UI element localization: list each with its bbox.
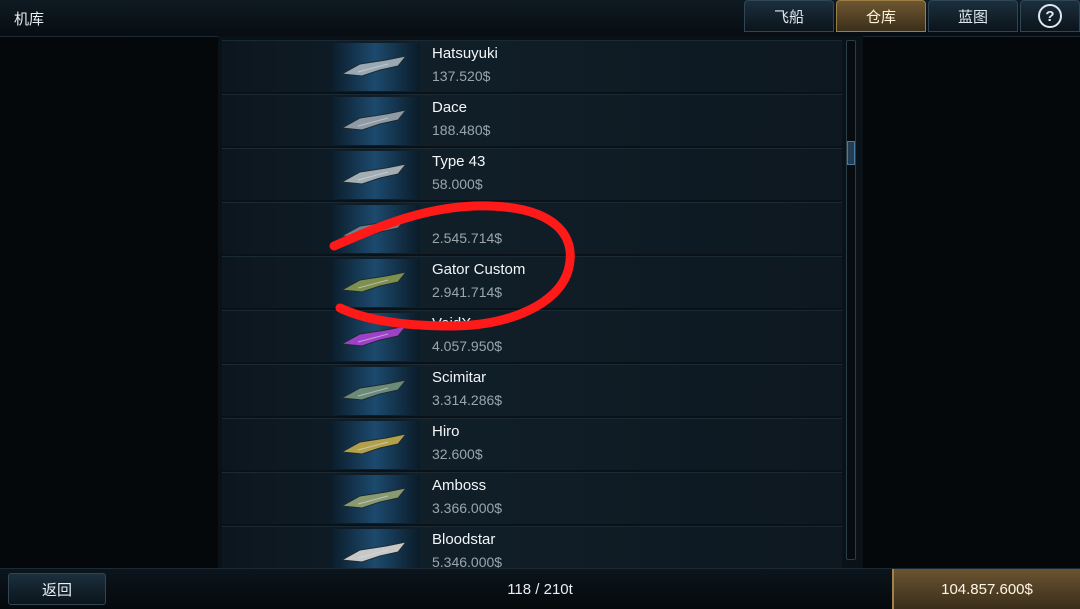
ship-name: Type 43 bbox=[432, 153, 486, 170]
ship-thumbnail bbox=[330, 205, 420, 253]
scrollbar[interactable] bbox=[846, 40, 856, 560]
ship-row[interactable]: 2.545.714$ bbox=[222, 202, 842, 254]
ship-thumbnail bbox=[330, 421, 420, 469]
ship-row[interactable]: Hiro 32.600$ bbox=[222, 418, 842, 470]
ship-thumbnail bbox=[330, 529, 420, 568]
ship-icon bbox=[340, 271, 408, 293]
ship-icon bbox=[340, 487, 408, 509]
credits-display: 104.857.600$ bbox=[892, 569, 1080, 609]
ship-icon bbox=[340, 109, 408, 131]
bottom-bar: 返回 118 / 210t 104.857.600$ bbox=[0, 568, 1080, 609]
ship-icon bbox=[340, 325, 408, 347]
ship-row[interactable]: Hatsuyuki 137.520$ bbox=[222, 40, 842, 92]
ship-price: 5.346.000$ bbox=[432, 554, 503, 568]
ship-row[interactable]: Amboss 3.366.000$ bbox=[222, 472, 842, 524]
ship-icon bbox=[340, 379, 408, 401]
ship-price: 3.366.000$ bbox=[432, 500, 503, 516]
ship-icon bbox=[340, 433, 408, 455]
page-title: 机库 bbox=[14, 11, 45, 28]
ship-price: 3.314.286$ bbox=[432, 392, 503, 408]
ship-thumbnail bbox=[330, 367, 420, 415]
ship-row[interactable]: Gator Custom 2.941.714$ bbox=[222, 256, 842, 308]
ship-icon bbox=[340, 163, 408, 185]
tab-storage[interactable]: 仓库 bbox=[836, 0, 926, 32]
ship-icon bbox=[340, 55, 408, 77]
tab-bar: 飞船 仓库 蓝图 ? bbox=[742, 0, 1080, 32]
ship-thumbnail bbox=[330, 259, 420, 307]
ship-icon bbox=[340, 217, 408, 239]
ship-name: Scimitar bbox=[432, 369, 487, 386]
ship-thumbnail bbox=[330, 313, 420, 361]
ship-price: 137.520$ bbox=[432, 68, 491, 84]
ship-row[interactable]: Bloodstar 5.346.000$ bbox=[222, 526, 842, 568]
ship-thumbnail bbox=[330, 151, 420, 199]
ship-price: 2.941.714$ bbox=[432, 284, 503, 300]
ship-price: 58.000$ bbox=[432, 176, 483, 192]
ship-thumbnail bbox=[330, 475, 420, 523]
ship-name: Amboss bbox=[432, 477, 487, 494]
ship-row[interactable]: Type 43 58.000$ bbox=[222, 148, 842, 200]
ship-thumbnail bbox=[330, 43, 420, 91]
ship-name: Dace bbox=[432, 99, 468, 116]
top-bar: 机库 飞船 仓库 蓝图 ? bbox=[0, 0, 1080, 37]
ship-price: 2.545.714$ bbox=[432, 230, 503, 246]
ship-price: 32.600$ bbox=[432, 446, 483, 462]
help-button[interactable]: ? bbox=[1020, 0, 1080, 32]
ship-row[interactable]: Dace 188.480$ bbox=[222, 94, 842, 146]
ship-name: VoidX bbox=[432, 315, 472, 332]
ship-thumbnail bbox=[330, 97, 420, 145]
ship-price: 4.057.950$ bbox=[432, 338, 503, 354]
ship-icon bbox=[340, 541, 408, 563]
ship-list[interactable]: Hatsuyuki 137.520$ Dace 188.480$ Type 43 58.0… bbox=[222, 40, 842, 568]
help-question-icon: ? bbox=[1038, 4, 1062, 28]
ship-row[interactable]: VoidX 4.057.950$ bbox=[222, 310, 842, 362]
ship-row[interactable]: Scimitar 3.314.286$ bbox=[222, 364, 842, 416]
ship-name: Bloodstar bbox=[432, 531, 496, 548]
ship-name: Hiro bbox=[432, 423, 460, 440]
tab-blueprints[interactable]: 蓝图 bbox=[928, 0, 1018, 32]
ship-name: Gator Custom bbox=[432, 261, 526, 278]
scrollbar-thumb[interactable] bbox=[847, 141, 855, 165]
ship-price: 188.480$ bbox=[432, 122, 491, 138]
tab-ships[interactable]: 飞船 bbox=[744, 0, 834, 32]
ship-name: Hatsuyuki bbox=[432, 45, 498, 62]
